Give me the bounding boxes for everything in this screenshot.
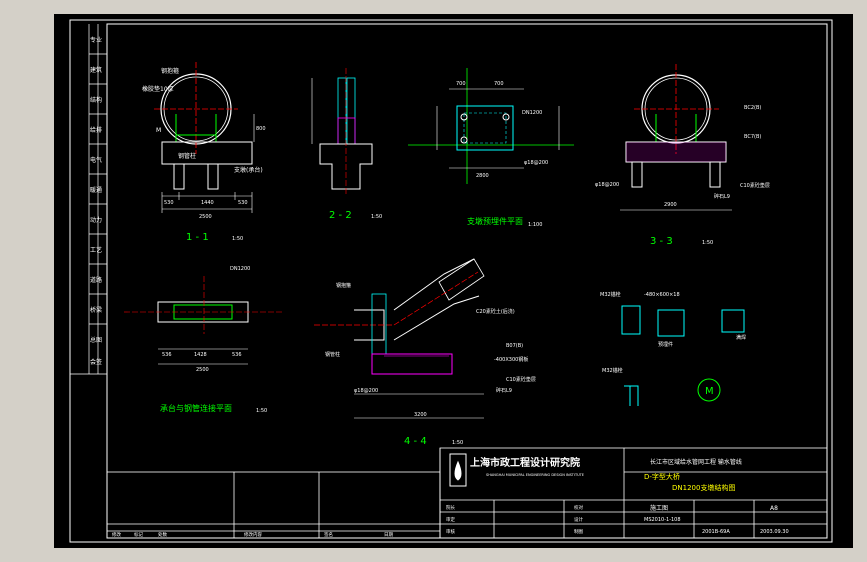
- project-name: 长江市区域给水管网工程 输水管线: [650, 458, 742, 466]
- cs-label-9: 桥梁: [90, 306, 102, 314]
- title-section-4-4: 4 - 4: [404, 436, 427, 447]
- cs-label-4: 电气: [90, 156, 102, 164]
- drawing-no: MS2010-1-108: [644, 517, 681, 523]
- title-section-1-1: 1 - 1: [186, 232, 209, 243]
- label-gravel-4: 碎石L9: [496, 387, 512, 394]
- cs-label-11: 会签: [90, 358, 102, 366]
- label-steel-plate-4: 钢抱箍: [336, 282, 351, 289]
- dim-w536-cap: 536: [162, 352, 172, 358]
- label-plate-480-d: -480×600×18: [644, 292, 680, 298]
- label-b07-4: B07(B): [506, 343, 523, 349]
- title-embed-plan: 支墩预埋件平面: [467, 216, 523, 226]
- cs-label-3: 给排: [90, 126, 102, 134]
- dim-w2500-1: 2500: [199, 214, 212, 220]
- label-anchor2-d: M32锚栓: [602, 367, 623, 374]
- dim-h800-1: 800: [256, 126, 266, 132]
- label-pile-e: φ18@200: [524, 160, 548, 166]
- label-steel-plate-1: 钢抱箍: [161, 67, 179, 75]
- cs-label-1: 建筑: [90, 66, 102, 74]
- drawing-date: 2003.09.30: [760, 529, 789, 535]
- cad-viewport[interactable]: 专业 建筑 结构 给排 电气 暖通 动力 工艺 道路 桥梁 总图 会签 钢抱箍 …: [54, 14, 853, 548]
- section-1-1: [154, 62, 255, 213]
- scale-section-3-3: 1:50: [702, 240, 713, 246]
- circle-m-label: M: [705, 386, 714, 397]
- embed-plan: [408, 68, 574, 184]
- scale-embed-plan: 1:100: [528, 222, 542, 228]
- cs-label-8: 道路: [90, 276, 102, 284]
- label-dn1200-cap: DN1200: [230, 266, 250, 272]
- signer-4: 设计: [574, 516, 583, 523]
- cad-drawing: 专业 建筑 结构 给排 电气 暖通 动力 工艺 道路 桥梁 总图 会签 钢抱箍 …: [69, 19, 833, 543]
- signer-0: 院长: [446, 504, 455, 511]
- label-embed-d: 预埋件: [658, 341, 673, 348]
- signer-3: 校对: [574, 504, 583, 511]
- dim-w536b-cap: 536: [232, 352, 242, 358]
- cs-label-0: 专业: [90, 36, 102, 44]
- label-bc2-3: BC2(B): [744, 105, 761, 111]
- label-pile-3: φ18@200: [595, 182, 619, 188]
- design-stage: 施工图: [650, 504, 668, 512]
- label-anchor-d: M32锚栓: [600, 291, 621, 298]
- title-section-3-3: 3 - 3: [650, 236, 673, 247]
- institute-name-en: SHANGHAI MUNICIPAL ENGINEERING DESIGN IN…: [486, 473, 584, 477]
- countersign-strip: [70, 24, 107, 375]
- cs-label-5: 暖通: [90, 186, 102, 194]
- dim-w2800-e: 2800: [476, 173, 489, 179]
- embed-details: [621, 305, 745, 406]
- dim-w700b-e: 700: [494, 81, 504, 87]
- label-support-1: 支墩(承台): [234, 166, 263, 174]
- bottom-label-3: 修改内容: [244, 531, 262, 538]
- dim-w2500b-cap: 2500: [196, 367, 209, 373]
- institute-name: 上海市政工程设计研究院: [470, 456, 580, 469]
- scale-section-1-1: 1:50: [232, 236, 243, 242]
- section-2-2: [311, 68, 373, 196]
- cs-label-7: 工艺: [90, 246, 102, 254]
- title-section-2-2: 2 - 2: [329, 210, 352, 221]
- label-c10-4: C10素砼垫层: [506, 376, 536, 383]
- label-plate-400-4: -400X300钢板: [494, 356, 528, 363]
- label-gravel-3: 碎石L9: [714, 193, 730, 200]
- signer-2: 审核: [446, 528, 455, 535]
- bottom-label-2: 处数: [158, 531, 167, 538]
- label-steel-tie-4: 钢管柱: [325, 351, 340, 358]
- dim-w530b-1: 530: [238, 200, 248, 206]
- label-dn1200-e: DN1200: [522, 110, 542, 116]
- dim-w1440-1: 1440: [201, 200, 214, 206]
- stage-code: A8: [770, 505, 778, 512]
- cap-plan: [124, 276, 284, 365]
- label-c20-4: C20素砼土(后浇): [476, 308, 515, 315]
- label-welded-d: 满焊: [736, 334, 746, 341]
- label-bc7-3: BC7(B): [744, 134, 761, 140]
- bottom-label-4: 签名: [324, 531, 333, 538]
- cs-label-2: 结构: [90, 96, 102, 104]
- label-rubber-1: 橡胶垫10厚: [142, 85, 174, 93]
- project-no: 2001B-69A: [702, 529, 730, 535]
- label-steel-tie-1: 钢管柱: [178, 152, 196, 160]
- dim-w2900-3: 2900: [664, 202, 677, 208]
- dim-w700-e: 700: [456, 81, 466, 87]
- bottom-label-1: 标记: [134, 531, 143, 538]
- bottom-label-5: 日期: [384, 532, 393, 538]
- label-m-1: M: [156, 127, 161, 134]
- bottom-label-0: 修改: [112, 531, 121, 538]
- scale-section-2-2: 1:50: [371, 214, 382, 220]
- label-pile-4: φ18@200: [354, 388, 378, 394]
- drawing-name-2: DN1200支墩结构图: [672, 483, 735, 492]
- drawing-name-1: D-字型大桥: [644, 472, 680, 481]
- label-c10-3: C10素砼垫层: [740, 182, 770, 189]
- scale-section-4-4: 1:50: [452, 440, 463, 446]
- dim-w530-1: 530: [164, 200, 174, 206]
- scale-cap-plan: 1:50: [256, 408, 267, 414]
- institute-logo: [449, 453, 467, 487]
- cs-label-6: 动力: [90, 216, 102, 224]
- signer-5: 制图: [574, 528, 583, 535]
- cs-label-10: 总图: [90, 336, 102, 344]
- dim-w3200-4: 3200: [414, 412, 427, 418]
- signer-1: 审定: [446, 516, 455, 523]
- section-3-3: [620, 64, 732, 211]
- dim-w1428-cap: 1428: [194, 352, 207, 358]
- title-cap-plan: 承台与钢管连接平面: [160, 403, 232, 413]
